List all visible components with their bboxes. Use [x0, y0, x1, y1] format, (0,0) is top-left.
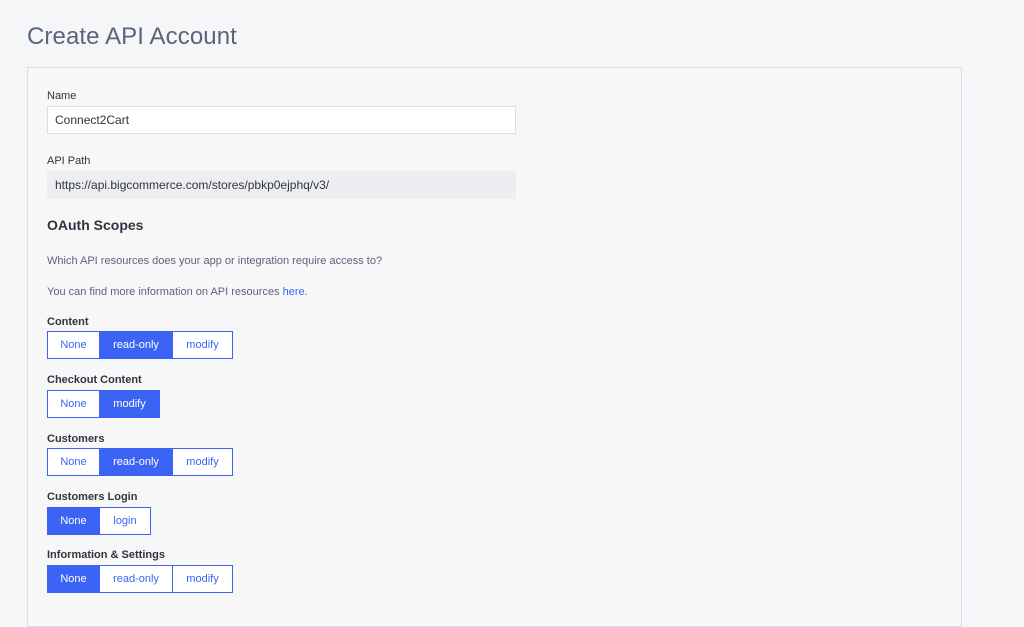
content-none-button[interactable]: None	[47, 331, 100, 359]
customers-none-button[interactable]: None	[47, 448, 100, 476]
api-path-label: API Path	[47, 155, 91, 167]
scope-label-checkout-content: Checkout Content	[47, 374, 142, 386]
information-settings-read-only-button[interactable]: read-only	[99, 565, 173, 593]
scope-label-customers-login: Customers Login	[47, 491, 138, 503]
scope-label-content: Content	[47, 316, 89, 328]
content-modify-button[interactable]: modify	[172, 331, 233, 359]
scope-content-button-group: None read-only modify	[47, 331, 233, 359]
scope-customers-login-button-group: None login	[47, 507, 151, 535]
api-resources-link[interactable]: here	[283, 286, 305, 298]
oauth-info: You can find more information on API res…	[47, 286, 308, 298]
scope-checkout-content-button-group: None modify	[47, 390, 160, 418]
checkout-content-modify-button[interactable]: modify	[99, 390, 160, 418]
create-api-account-panel: Name API Path https://api.bigcommerce.co…	[27, 67, 962, 627]
content-read-only-button[interactable]: read-only	[99, 331, 173, 359]
customers-read-only-button[interactable]: read-only	[99, 448, 173, 476]
information-settings-none-button[interactable]: None	[47, 565, 100, 593]
scope-label-information-settings: Information & Settings	[47, 549, 165, 561]
name-label: Name	[47, 90, 77, 102]
scope-information-settings-button-group: None read-only modify	[47, 565, 233, 593]
checkout-content-none-button[interactable]: None	[47, 390, 100, 418]
information-settings-modify-button[interactable]: modify	[172, 565, 233, 593]
customers-modify-button[interactable]: modify	[172, 448, 233, 476]
api-path-field: https://api.bigcommerce.com/stores/pbkp0…	[47, 171, 516, 199]
oauth-scopes-heading: OAuth Scopes	[47, 217, 144, 233]
page-title: Create API Account	[27, 23, 237, 50]
scope-label-customers: Customers	[47, 433, 105, 445]
scope-customers-button-group: None read-only modify	[47, 448, 233, 476]
customers-login-login-button[interactable]: login	[99, 507, 151, 535]
oauth-info-suffix: .	[304, 286, 308, 298]
oauth-info-prefix: You can find more information on API res…	[47, 286, 283, 298]
oauth-question: Which API resources does your app or int…	[47, 255, 383, 267]
customers-login-none-button[interactable]: None	[47, 507, 100, 535]
name-input[interactable]	[47, 106, 516, 134]
